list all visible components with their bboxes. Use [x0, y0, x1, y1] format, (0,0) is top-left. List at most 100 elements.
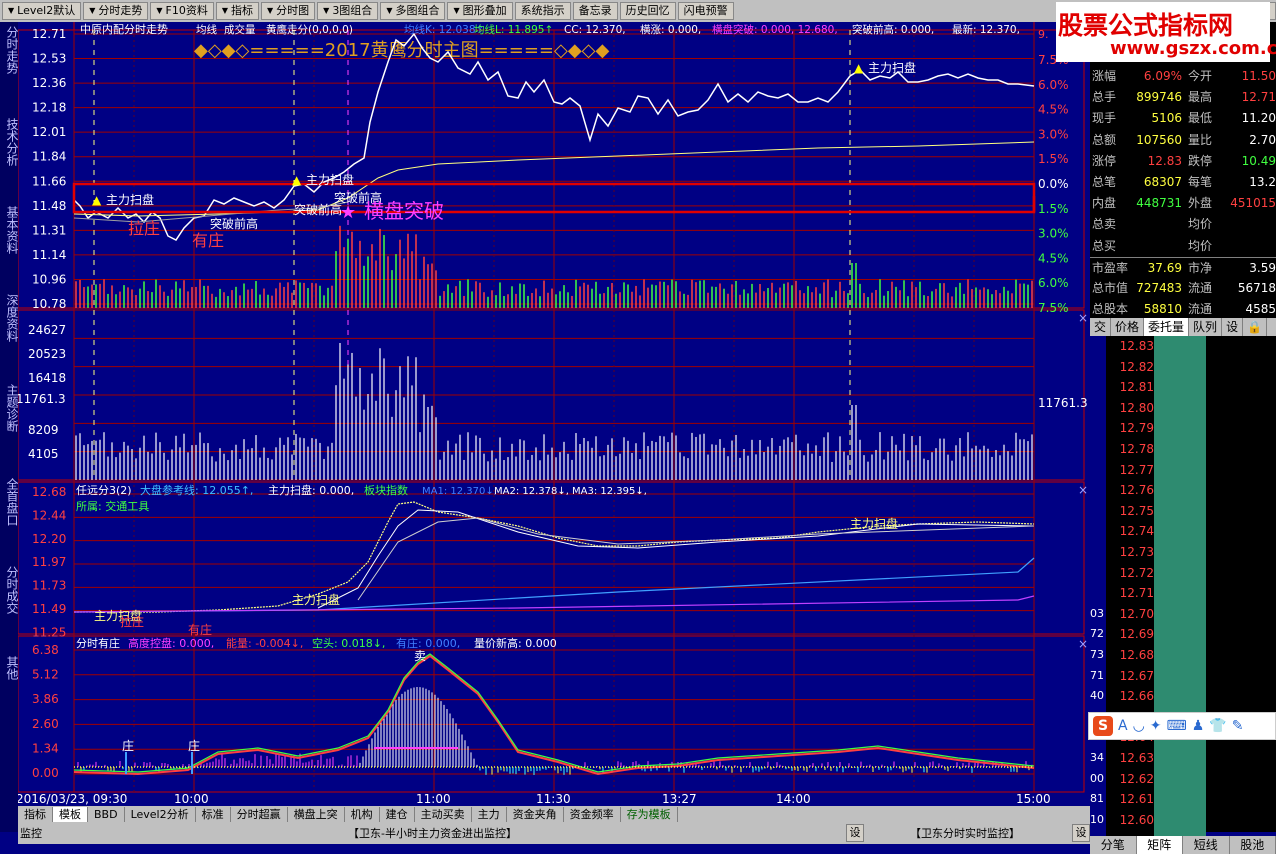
status-left-text: 【卫东-半小时主力资金进出监控】: [348, 827, 517, 840]
dropdown-arrow-icon: ▼: [453, 6, 460, 15]
right-tab-1[interactable]: 矩阵: [1136, 836, 1183, 854]
ime-tool-icon[interactable]: ✎: [1232, 718, 1244, 734]
bottom-tab-1[interactable]: 模板: [53, 806, 88, 822]
lock-icon[interactable]: 🔒: [1243, 318, 1268, 336]
bottom-tab-8[interactable]: 建仓: [380, 806, 415, 822]
quote-label: 总市值: [1092, 281, 1129, 295]
orderbook-price: 12.68: [1119, 648, 1154, 662]
toolbar-button-label: F10资料: [165, 4, 208, 17]
toolbar-button-label: 历史回忆: [625, 4, 670, 17]
toolbar-button-5[interactable]: ▼ 3图组合: [317, 2, 379, 20]
pct-axis-label: 7.5%: [1038, 301, 1069, 315]
bottom-tab-11[interactable]: 资金夹角: [507, 806, 564, 822]
right-tab-2[interactable]: 短线: [1183, 836, 1230, 854]
bottom-tab-9[interactable]: 主动买卖: [415, 806, 472, 822]
ime-tool-icon[interactable]: A: [1118, 718, 1128, 734]
quote-value-2: 13.2: [1249, 175, 1276, 189]
price-axis-label: 11.84: [32, 150, 66, 164]
leftnav-item-2[interactable]: 基本资料: [0, 206, 19, 254]
toolbar-button-4[interactable]: ▼ 分时图: [261, 2, 316, 20]
status-right-settings-button[interactable]: 设: [1072, 824, 1090, 842]
panel3-axis-label: 12.44: [32, 508, 66, 522]
leftnav-item-0[interactable]: 分时走势: [0, 26, 19, 74]
right-tab-0[interactable]: 分笔: [1090, 836, 1137, 854]
bottom-tab-6[interactable]: 横盘上突: [288, 806, 345, 822]
quote-label-2: 均价: [1188, 238, 1213, 253]
orderbook-tab-4[interactable]: 设: [1222, 318, 1244, 336]
ime-tool-icon[interactable]: 👕: [1209, 718, 1226, 734]
bottom-tab-10[interactable]: 主力: [472, 806, 507, 822]
dropdown-arrow-icon: ▼: [323, 6, 330, 15]
price-axis-label: 10.96: [32, 272, 66, 286]
toolbar-button-6[interactable]: ▼ 多图组合: [380, 2, 446, 20]
panel4-label-0: 高度控盘: 0.000,: [128, 636, 214, 650]
bottom-tab-12[interactable]: 资金频率: [564, 806, 621, 822]
orderbook-price: 12.78: [1119, 442, 1154, 456]
time-axis-label: 10:00: [174, 792, 209, 806]
toolbar-button-0[interactable]: ▼ Level2默认: [2, 2, 82, 20]
bottom-tab-4[interactable]: 标准: [196, 806, 231, 822]
bottom-tab-13[interactable]: 存为模板: [621, 806, 678, 822]
ime-tool-icon[interactable]: ◡: [1133, 718, 1145, 734]
toolbar-button-2[interactable]: ▼ F10资料: [150, 2, 214, 20]
ime-logo-icon[interactable]: S: [1093, 716, 1113, 736]
bottom-tab-5[interactable]: 分时超赢: [231, 806, 288, 822]
chart-header-label-4: 均线L: 11.895↑: [474, 23, 553, 36]
toolbar-button-9[interactable]: 备忘录: [572, 2, 618, 20]
triangle-marker-icon: ▲: [292, 173, 302, 187]
right-tab-3[interactable]: 股池: [1230, 836, 1276, 854]
dropdown-arrow-icon: ▼: [89, 6, 96, 15]
quote-row: 内盘 448731 外盘 451015: [1090, 193, 1276, 214]
panel4-axis-label: 1.34: [32, 741, 59, 755]
chart-header-label-8: 突破前高: 0.000,: [852, 23, 934, 36]
quote-label: 涨幅: [1092, 69, 1117, 83]
ime-tool-icon[interactable]: ✦: [1150, 718, 1162, 734]
leftnav-item-1[interactable]: 技术分析: [0, 118, 19, 166]
bottom-tab-2[interactable]: BBD: [88, 806, 125, 822]
bottom-tab-0[interactable]: 指标: [18, 806, 53, 822]
orderbook-tab-1[interactable]: 价格: [1111, 318, 1145, 336]
panel3-axis-label: 11.25: [32, 625, 66, 639]
quote-row: 涨停 12.83 跌停 10.49: [1090, 151, 1276, 172]
volume-axis-label: 24627: [28, 323, 66, 337]
quote-value: 727483: [1136, 281, 1182, 295]
leftnav-item-7[interactable]: 其他: [0, 656, 19, 680]
orderbook-price: 12.67: [1119, 668, 1154, 683]
panel-close-icon[interactable]: ×: [1078, 483, 1088, 497]
panel4-annotation-0: 庄: [122, 738, 134, 753]
orderbook-price: 12.62: [1119, 771, 1154, 786]
status-left-settings-button[interactable]: 设: [846, 824, 864, 842]
bottom-tab-3[interactable]: Level2分析: [125, 806, 196, 822]
time-axis-label: 15:00: [1016, 792, 1051, 806]
orderbook-tab-2[interactable]: 委托量: [1144, 318, 1190, 336]
panel-close-icon[interactable]: ×: [1078, 637, 1088, 651]
toolbar-button-7[interactable]: ▼ 图形叠加: [447, 2, 513, 20]
toolbar-button-1[interactable]: ▼ 分时走势: [83, 2, 149, 20]
panel4-label-1: 能量: -0.004↓,: [226, 636, 303, 650]
bottom-tab-7[interactable]: 机构: [345, 806, 380, 822]
orderbook-tab-0[interactable]: 交: [1090, 318, 1112, 336]
toolbar-button-3[interactable]: ▼ 指标: [215, 2, 259, 20]
panel-close-icon[interactable]: ×: [1078, 311, 1088, 325]
panel4-annotation-sell: 卖: [414, 649, 426, 663]
chart-annotation-6: 横盘突破: [364, 199, 444, 223]
quote-row: 总市值 727483 流通 56718: [1090, 278, 1276, 299]
toolbar-button-8[interactable]: 系统指示: [514, 2, 571, 20]
toolbar-button-10[interactable]: 历史回忆: [619, 2, 676, 20]
ime-tool-icon[interactable]: ♟: [1192, 718, 1205, 734]
toolbar-button-11[interactable]: 闪电预警: [677, 2, 734, 20]
leftnav-item-4[interactable]: 主题诊断: [0, 384, 19, 432]
ime-toolbar[interactable]: S A ◡ ✦ ⌨ ♟ 👕 ✎: [1088, 712, 1276, 740]
left-vertical-nav: 分时走势技术分析基本资料深度资料主题诊断全首盘口分时成交其他: [0, 22, 19, 832]
toolbar-button-label: 3图组合: [332, 4, 373, 17]
price-axis-label: 12.71: [32, 27, 66, 41]
leftnav-item-5[interactable]: 全首盘口: [0, 478, 19, 526]
orderbook-volume: 73: [1090, 648, 1104, 661]
dropdown-arrow-icon: ▼: [386, 6, 393, 15]
quote-label: 市盈率: [1092, 260, 1129, 275]
ime-tool-icon[interactable]: ⌨: [1167, 718, 1187, 734]
leftnav-item-6[interactable]: 分时成交: [0, 566, 19, 614]
orderbook-tab-3[interactable]: 队列: [1189, 318, 1223, 336]
leftnav-item-3[interactable]: 深度资料: [0, 294, 19, 342]
quote-value: 448731: [1136, 196, 1182, 211]
